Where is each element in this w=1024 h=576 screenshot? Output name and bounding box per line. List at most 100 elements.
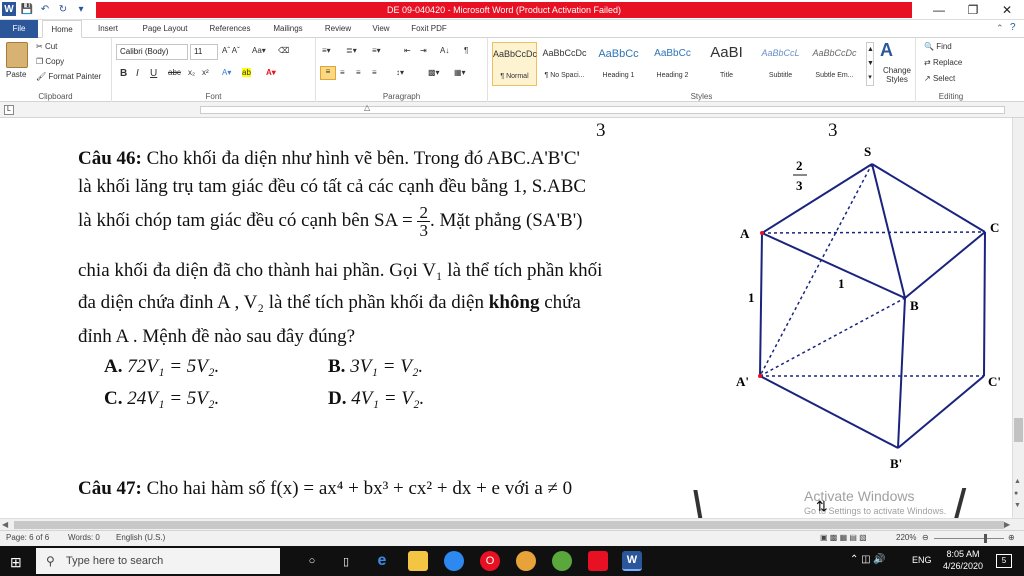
- cortana-icon[interactable]: ○: [302, 551, 322, 571]
- styles-scroll-icon[interactable]: ▲ ▼ ▾: [866, 42, 874, 86]
- tab-page-layout[interactable]: Page Layout: [134, 20, 196, 38]
- tab-references[interactable]: References: [200, 20, 260, 38]
- tab-view[interactable]: View: [362, 20, 400, 38]
- windows-start-icon[interactable]: ⊞: [10, 554, 22, 571]
- paste-button[interactable]: Paste: [6, 70, 26, 79]
- increase-indent-icon[interactable]: ⇥: [420, 46, 427, 55]
- copy-button[interactable]: ❐ Copy: [36, 57, 64, 66]
- notification-center-icon[interactable]: 5: [996, 554, 1012, 568]
- vertical-scrollbar[interactable]: ▲ ● ▼: [1012, 118, 1024, 518]
- select-browse-object-icon[interactable]: ●: [1014, 490, 1018, 497]
- align-right-icon[interactable]: ≡: [356, 68, 361, 77]
- customize-qat-icon[interactable]: ▾: [74, 2, 88, 16]
- redo-icon[interactable]: ↻: [56, 2, 70, 16]
- app-icon-red[interactable]: [588, 551, 608, 571]
- style-heading-1[interactable]: AaBbCc Heading 1: [596, 42, 641, 86]
- style-no-spacing[interactable]: AaBbCcDc ¶ No Spaci...: [542, 42, 587, 86]
- text-effects-icon[interactable]: A▾: [222, 68, 231, 77]
- horizontal-ruler[interactable]: L △: [0, 102, 1024, 118]
- sort-icon[interactable]: A↓: [440, 46, 449, 55]
- line-spacing-icon[interactable]: ↕▾: [396, 68, 404, 77]
- tab-mailings[interactable]: Mailings: [264, 20, 312, 38]
- paste-icon[interactable]: [6, 42, 28, 68]
- input-language[interactable]: ENG: [912, 555, 932, 565]
- restore-button[interactable]: ❐: [956, 0, 990, 20]
- replace-button[interactable]: ⇄ Replace: [924, 58, 962, 67]
- scroll-right-icon[interactable]: ▶: [1004, 520, 1010, 529]
- help-icon[interactable]: ?: [1010, 22, 1016, 33]
- horizontal-scrollbar[interactable]: ◀ ▶: [0, 518, 1024, 530]
- style-normal[interactable]: AaBbCcDc ¶ Normal: [492, 42, 537, 86]
- tab-home[interactable]: Home: [42, 20, 82, 38]
- undo-icon[interactable]: ↶: [38, 2, 52, 16]
- clear-formatting-icon[interactable]: ⌫: [278, 46, 289, 55]
- horizontal-scroll-thumb[interactable]: [14, 521, 1004, 529]
- justify-icon[interactable]: ≡: [372, 68, 377, 77]
- view-buttons-icon[interactable]: ▣ ▩ ▦ ▤ ▧: [820, 533, 867, 542]
- align-left-icon[interactable]: ≡: [320, 66, 336, 80]
- change-case-icon[interactable]: Aa▾: [252, 46, 266, 55]
- collapse-ribbon-icon[interactable]: ⌃: [996, 23, 1004, 34]
- file-explorer-icon[interactable]: [408, 551, 428, 571]
- app-icon-green[interactable]: [552, 551, 572, 571]
- show-formatting-icon[interactable]: ¶: [464, 46, 468, 55]
- tab-selector-icon[interactable]: L: [4, 105, 14, 115]
- app-icon-blue[interactable]: [444, 551, 464, 571]
- tab-foxit-pdf[interactable]: Foxit PDF: [404, 20, 454, 38]
- font-color-icon[interactable]: A▾: [266, 68, 276, 77]
- highlight-icon[interactable]: ab: [242, 68, 251, 77]
- change-styles-icon[interactable]: A: [880, 40, 893, 61]
- find-button[interactable]: 🔍 Find: [924, 42, 952, 51]
- language-indicator[interactable]: English (U.S.): [116, 533, 165, 542]
- style-subtitle[interactable]: AaBbCcL Subtitle: [758, 42, 803, 86]
- save-icon[interactable]: 💾: [20, 2, 34, 16]
- style-subtle-emphasis[interactable]: AaBbCcDc Subtle Em...: [812, 42, 857, 86]
- clock-date[interactable]: 4/26/2020: [938, 561, 988, 571]
- style-title[interactable]: AaBI Title: [704, 42, 749, 86]
- system-tray-icons[interactable]: ⌃ ◫ 🔊: [850, 554, 886, 565]
- underline-icon[interactable]: U: [150, 68, 157, 79]
- taskbar-search-box[interactable]: Type here to search: [36, 548, 280, 574]
- chrome-icon[interactable]: [516, 551, 536, 571]
- tab-file[interactable]: File: [0, 20, 38, 38]
- word-taskbar-icon[interactable]: W: [622, 551, 642, 571]
- edge-browser-icon[interactable]: e: [372, 551, 392, 571]
- numbering-icon[interactable]: ≣▾: [346, 46, 357, 55]
- opera-icon[interactable]: O: [480, 551, 500, 571]
- page-indicator[interactable]: Page: 6 of 6: [6, 533, 49, 542]
- zoom-level[interactable]: 220%: [896, 533, 916, 542]
- strikethrough-icon[interactable]: abc: [168, 68, 181, 77]
- select-button[interactable]: ↗ Select: [924, 74, 955, 83]
- minimize-button[interactable]: —: [922, 0, 956, 20]
- prev-page-icon[interactable]: ▲: [1014, 478, 1021, 485]
- zoom-slider-thumb[interactable]: [984, 534, 987, 543]
- clock-time[interactable]: 8:05 AM: [938, 549, 988, 559]
- borders-icon[interactable]: ▦▾: [454, 68, 466, 77]
- subscript-icon[interactable]: x₂: [188, 68, 195, 77]
- tab-insert[interactable]: Insert: [86, 20, 130, 38]
- indent-marker-icon[interactable]: △: [364, 103, 370, 112]
- zoom-in-icon[interactable]: ⊕: [1008, 533, 1015, 542]
- multilevel-list-icon[interactable]: ≡▾: [372, 46, 381, 55]
- grow-font-icon[interactable]: Aˆ Aˇ: [222, 46, 240, 55]
- style-heading-2[interactable]: AaBbCc Heading 2: [650, 42, 695, 86]
- decrease-indent-icon[interactable]: ⇤: [404, 46, 411, 55]
- word-count[interactable]: Words: 0: [68, 533, 100, 542]
- change-styles-button[interactable]: Change Styles: [880, 66, 914, 84]
- font-name-select[interactable]: Calibri (Body): [116, 44, 188, 60]
- bold-icon[interactable]: B: [120, 68, 127, 79]
- document-canvas[interactable]: 3 3 Câu 46: Cho khối đa diện như hình vẽ…: [0, 118, 1012, 518]
- font-size-select[interactable]: 11: [190, 44, 218, 60]
- scroll-left-icon[interactable]: ◀: [2, 520, 8, 529]
- superscript-icon[interactable]: x²: [202, 68, 209, 77]
- zoom-out-icon[interactable]: ⊖: [922, 533, 929, 542]
- close-button[interactable]: ✕: [990, 0, 1024, 20]
- vertical-scroll-thumb[interactable]: [1014, 418, 1023, 442]
- task-view-icon[interactable]: ▯: [336, 551, 356, 571]
- next-page-icon[interactable]: ▼: [1014, 502, 1021, 509]
- format-painter-button[interactable]: 🖌 Format Painter: [36, 72, 101, 81]
- shading-icon[interactable]: ▩▾: [428, 68, 440, 77]
- align-center-icon[interactable]: ≡: [340, 68, 345, 77]
- tab-review[interactable]: Review: [316, 20, 360, 38]
- zoom-slider[interactable]: [934, 538, 1004, 539]
